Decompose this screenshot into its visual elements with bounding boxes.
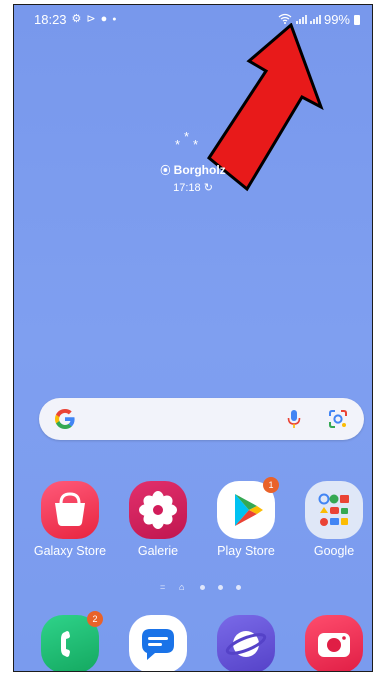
app-play-store[interactable]: 1 Play Store	[204, 477, 288, 558]
play-store-icon: 1	[217, 477, 279, 539]
internet-planet-icon	[217, 615, 275, 671]
battery-percent: 99%	[323, 12, 350, 27]
google-folder-icon	[305, 481, 363, 539]
dock-internet[interactable]	[204, 615, 288, 671]
play-icon: ⊳	[86, 13, 96, 25]
weather-updated-time[interactable]: 17:18 ↻	[14, 181, 372, 194]
settings-icon: ⚙	[71, 13, 82, 25]
status-time: 18:23	[34, 12, 67, 27]
google-search-bar[interactable]	[39, 398, 364, 440]
notification-badge: 1	[263, 477, 279, 493]
galaxy-store-icon	[41, 481, 99, 539]
refresh-icon[interactable]: ↻	[204, 182, 213, 194]
location-pin-icon: ⦿	[160, 166, 171, 177]
microphone-icon[interactable]	[286, 409, 302, 429]
messages-icon	[129, 615, 187, 671]
weather-location[interactable]: ⦿ Borgholz	[14, 162, 372, 177]
page-indicator[interactable]: = ⌂	[14, 582, 372, 592]
gallery-flower-icon	[129, 481, 187, 539]
google-lens-icon[interactable]	[327, 408, 349, 430]
more-notifications-dot-icon: ●	[112, 16, 117, 23]
phone-icon: 2	[41, 611, 103, 671]
snow-weather-icon[interactable]: * * *	[174, 129, 214, 151]
page-dot	[236, 585, 241, 590]
menu-lines-icon: =	[160, 582, 166, 592]
home-page-icon: ⌂	[179, 582, 185, 592]
app-galerie[interactable]: Galerie	[116, 481, 200, 558]
page-dot	[218, 585, 223, 590]
app-galaxy-store[interactable]: Galaxy Store	[28, 481, 112, 558]
app-google-folder[interactable]: Google	[292, 481, 372, 558]
chat-bubble-icon: ●	[100, 13, 108, 25]
camera-icon	[305, 615, 363, 671]
dock-messages[interactable]	[116, 615, 200, 671]
page-dot	[200, 585, 205, 590]
notification-badge: 2	[87, 611, 103, 627]
dock-camera[interactable]	[292, 615, 372, 671]
dock-phone[interactable]: 2	[28, 611, 112, 671]
google-g-icon	[55, 409, 75, 429]
battery-icon	[354, 14, 360, 25]
phone-screen: 18:23 ⚙ ⊳ ● ● 99% * * * ⦿ Borgholz 17:18…	[13, 4, 373, 672]
